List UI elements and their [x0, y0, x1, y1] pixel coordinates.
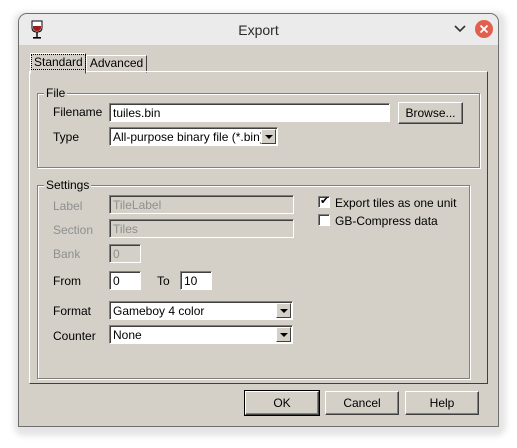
close-icon	[479, 24, 489, 34]
type-select-value: All-purpose binary file (*.bin)	[113, 130, 264, 144]
gb-compress-label[interactable]: GB-Compress data	[335, 214, 438, 228]
file-group: File Filename tuiles.bin Browse... Type …	[37, 86, 480, 168]
tab-standard[interactable]: Standard	[30, 53, 86, 74]
counter-select-value: None	[113, 328, 142, 342]
to-label: To	[157, 274, 170, 288]
export-one-unit-label[interactable]: Export tiles as one unit	[335, 196, 456, 210]
to-input[interactable]: 10	[180, 271, 212, 290]
export-one-unit-checkbox[interactable]: ✔	[318, 195, 330, 208]
checkmark-icon: ✔	[320, 195, 330, 207]
from-input[interactable]: 0	[109, 271, 141, 290]
file-group-label: File	[44, 86, 68, 100]
counter-label: Counter	[53, 329, 96, 343]
format-select[interactable]: Gameboy 4 color	[109, 301, 293, 320]
export-dialog: Export Standard Advanced File Filename t…	[19, 14, 498, 426]
from-label: From	[53, 274, 81, 288]
label-label: Label	[53, 199, 83, 213]
section-label: Section	[53, 223, 94, 237]
tab-advanced-label: Advanced	[89, 56, 144, 70]
bank-input: 0	[109, 244, 141, 263]
label-input: TileLabel	[109, 195, 294, 214]
browse-button[interactable]: Browse...	[398, 102, 463, 124]
chevron-down-icon[interactable]	[261, 129, 276, 144]
gb-compress-checkbox[interactable]	[318, 214, 330, 226]
standard-page: File Filename tuiles.bin Browse... Type …	[29, 71, 488, 384]
type-label: Type	[53, 130, 80, 144]
close-button[interactable]	[475, 20, 493, 38]
chevron-down-icon[interactable]	[276, 303, 291, 318]
title-bar[interactable]: Export	[19, 14, 498, 46]
chevron-down-icon[interactable]	[276, 327, 291, 342]
type-select[interactable]: All-purpose binary file (*.bin)	[109, 127, 278, 146]
ok-button[interactable]: OK	[244, 390, 320, 416]
settings-group: Settings Label TileLabel Section Tiles B…	[37, 178, 470, 379]
counter-select[interactable]: None	[109, 325, 293, 344]
bank-label: Bank	[53, 247, 81, 261]
filename-label: Filename	[53, 105, 103, 119]
section-input: Tiles	[109, 219, 294, 238]
format-label: Format	[53, 304, 92, 318]
settings-group-label: Settings	[44, 178, 92, 192]
tab-standard-label: Standard	[31, 54, 86, 70]
help-button[interactable]: Help	[405, 391, 479, 415]
format-select-value: Gameboy 4 color	[113, 304, 205, 318]
filename-input[interactable]: tuiles.bin	[109, 103, 390, 122]
chevron-down-icon[interactable]	[451, 20, 469, 38]
cancel-button[interactable]: Cancel	[325, 391, 399, 415]
window-title: Export	[238, 22, 279, 38]
